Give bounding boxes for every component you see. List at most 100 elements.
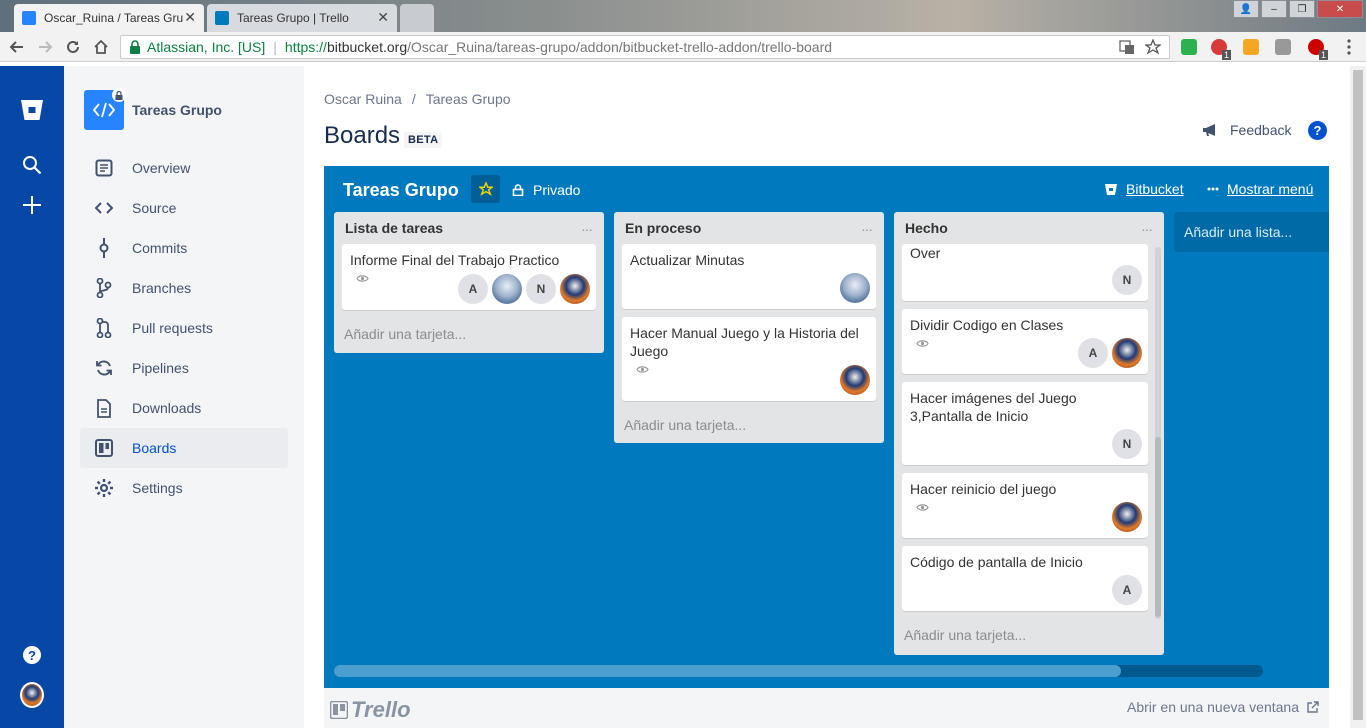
browser-menu-icon[interactable] xyxy=(1340,38,1358,56)
watch-eye-icon xyxy=(636,366,649,373)
member-avatar-photo[interactable] xyxy=(560,274,590,304)
help-button[interactable]: ? xyxy=(1308,121,1327,140)
sidebar-item-branches[interactable]: Branches xyxy=(80,268,288,308)
sidebar-item-pull-requests[interactable]: Pull requests xyxy=(80,308,288,348)
feedback-button[interactable]: Feedback xyxy=(1202,122,1291,138)
minimize-button[interactable]: – xyxy=(1261,0,1287,18)
close-tab-icon[interactable]: ✕ xyxy=(377,10,389,26)
list-title[interactable]: Lista de tareas xyxy=(334,212,604,244)
page-scrollbar[interactable] xyxy=(1350,66,1366,728)
list-menu-icon[interactable]: ··· xyxy=(861,221,873,237)
bookmark-star-icon[interactable] xyxy=(1145,39,1161,55)
sidebar-item-commits[interactable]: Commits xyxy=(80,228,288,268)
member-avatar-photo[interactable] xyxy=(840,365,870,395)
card[interactable]: Dividir Codigo en Clases A xyxy=(902,309,1148,374)
repo-name[interactable]: Tareas Grupo xyxy=(132,102,222,118)
maximize-button[interactable]: ❐ xyxy=(1289,0,1315,18)
help-icon[interactable]: ? xyxy=(20,643,44,667)
trello-footer: Trello Abrir en una nueva ventana xyxy=(324,688,1329,728)
downloads-icon xyxy=(94,398,114,418)
card-title: Código de pantalla de Inicio xyxy=(910,554,1083,570)
privacy-button[interactable]: Privado xyxy=(512,182,580,198)
member-avatar-photo[interactable] xyxy=(1112,338,1142,368)
member-avatar[interactable]: N xyxy=(526,274,556,304)
browser-tab-trello[interactable]: Tareas Grupo | Trello ✕ xyxy=(207,4,397,32)
list-title[interactable]: Hecho xyxy=(894,212,1164,244)
card[interactable]: Código de pantalla de Inicio A xyxy=(902,546,1148,611)
add-card-button[interactable]: Añadir una tarjeta... xyxy=(894,619,1164,651)
member-avatar[interactable]: N xyxy=(1112,265,1142,295)
card-title: Informe Final del Trabajo Practico xyxy=(350,252,560,268)
sidebar-item-pipelines[interactable]: Pipelines xyxy=(80,348,288,388)
card[interactable]: Informe Final del Trabajo Practico A N xyxy=(342,244,596,310)
bitbucket-link[interactable]: Bitbucket xyxy=(1104,181,1184,197)
list-scrollbar-thumb[interactable] xyxy=(1155,437,1161,617)
card[interactable]: Hacer imágenes del Juego 3,Pantalla de I… xyxy=(902,382,1148,465)
create-plus-icon[interactable] xyxy=(20,193,44,217)
bitbucket-icon xyxy=(1105,183,1117,195)
list-menu-icon[interactable]: ··· xyxy=(1141,221,1153,237)
forward-icon[interactable] xyxy=(36,38,54,56)
page-scrollbar-thumb[interactable] xyxy=(1353,70,1363,720)
member-avatar[interactable]: A xyxy=(1078,338,1108,368)
profile-button[interactable]: 👤 xyxy=(1233,0,1259,18)
member-avatar-photo[interactable] xyxy=(1112,502,1142,532)
board-horizontal-scrollbar[interactable] xyxy=(334,665,1263,677)
card[interactable]: Over N xyxy=(902,244,1148,301)
close-tab-icon[interactable]: ✕ xyxy=(184,10,196,26)
card-members: A xyxy=(1074,338,1142,368)
sidebar-item-label: Pull requests xyxy=(132,320,213,336)
trello-logo[interactable]: Trello xyxy=(330,697,411,723)
trello-board: Tareas Grupo Privado Bitbucket Mostrar m… xyxy=(324,166,1329,688)
key-extension-icon[interactable] xyxy=(1243,39,1259,55)
search-icon[interactable] xyxy=(20,153,44,177)
member-avatar[interactable]: N xyxy=(1112,429,1142,459)
board-title[interactable]: Tareas Grupo xyxy=(343,180,459,201)
list-scrollbar[interactable] xyxy=(1155,247,1161,619)
back-icon[interactable] xyxy=(8,38,26,56)
breadcrumb-owner-link[interactable]: Oscar Ruina xyxy=(324,91,402,107)
card[interactable]: Actualizar Minutas xyxy=(622,244,876,309)
sidebar-item-boards[interactable]: Boards xyxy=(80,428,288,468)
breadcrumb-repo-link[interactable]: Tareas Grupo xyxy=(426,91,511,107)
url-separator: | xyxy=(273,39,277,55)
browser-tab-bitbucket[interactable]: Oscar_Ruina / Tareas Gru ✕ xyxy=(14,4,204,32)
card-title: Hacer Manual Juego y la Historia del Jue… xyxy=(630,325,859,359)
reload-icon[interactable] xyxy=(64,38,82,56)
board-scrollbar-thumb[interactable] xyxy=(334,665,1121,677)
card-title: Dividir Codigo en Clases xyxy=(910,317,1064,333)
address-bar[interactable]: Atlassian, Inc. [US] | https://bitbucket… xyxy=(120,35,1170,59)
home-icon[interactable] xyxy=(92,38,110,56)
show-menu-link[interactable]: Mostrar menú xyxy=(1207,181,1313,197)
member-avatar[interactable]: A xyxy=(458,274,488,304)
sidebar-item-overview[interactable]: Overview xyxy=(80,148,288,188)
browser-tab-strip: Oscar_Ruina / Tareas Gru ✕ Tareas Grupo … xyxy=(0,0,1366,32)
bitbucket-logo-icon[interactable] xyxy=(20,98,44,122)
add-list-button[interactable]: Añadir una lista... xyxy=(1174,212,1329,252)
member-avatar-photo[interactable] xyxy=(492,274,522,304)
translate-icon[interactable] xyxy=(1119,39,1135,55)
new-tab-button[interactable] xyxy=(400,4,434,32)
add-card-button[interactable]: Añadir una tarjeta... xyxy=(614,409,884,441)
list-menu-icon[interactable]: ··· xyxy=(581,221,593,237)
card-title: Hacer reinicio del juego xyxy=(910,481,1057,497)
pull-requests-icon xyxy=(94,318,114,338)
bag-extension-icon[interactable] xyxy=(1275,39,1291,55)
member-avatar[interactable]: A xyxy=(1112,575,1142,605)
close-window-button[interactable]: ✕ xyxy=(1317,0,1363,18)
sidebar-item-settings[interactable]: Settings xyxy=(80,468,288,508)
star-board-button[interactable] xyxy=(471,175,500,203)
list-title[interactable]: En proceso xyxy=(614,212,884,244)
member-avatar-photo[interactable] xyxy=(840,273,870,303)
extension-puzzle-icon[interactable] xyxy=(1181,39,1197,55)
boards-icon xyxy=(94,438,114,458)
open-in-new-window-link[interactable]: Abrir en una nueva ventana xyxy=(1127,699,1319,715)
add-card-button[interactable]: Añadir una tarjeta... xyxy=(334,318,604,350)
card[interactable]: Hacer Manual Juego y la Historia del Jue… xyxy=(622,317,876,401)
list-cards-scroll-area[interactable]: Over N Dividir Codigo en Clases A Hacer … xyxy=(894,244,1164,619)
card-members: A N xyxy=(454,274,590,304)
user-avatar[interactable] xyxy=(20,682,44,708)
card[interactable]: Hacer reinicio del juego xyxy=(902,473,1148,538)
sidebar-item-source[interactable]: Source xyxy=(80,188,288,228)
sidebar-item-downloads[interactable]: Downloads xyxy=(80,388,288,428)
